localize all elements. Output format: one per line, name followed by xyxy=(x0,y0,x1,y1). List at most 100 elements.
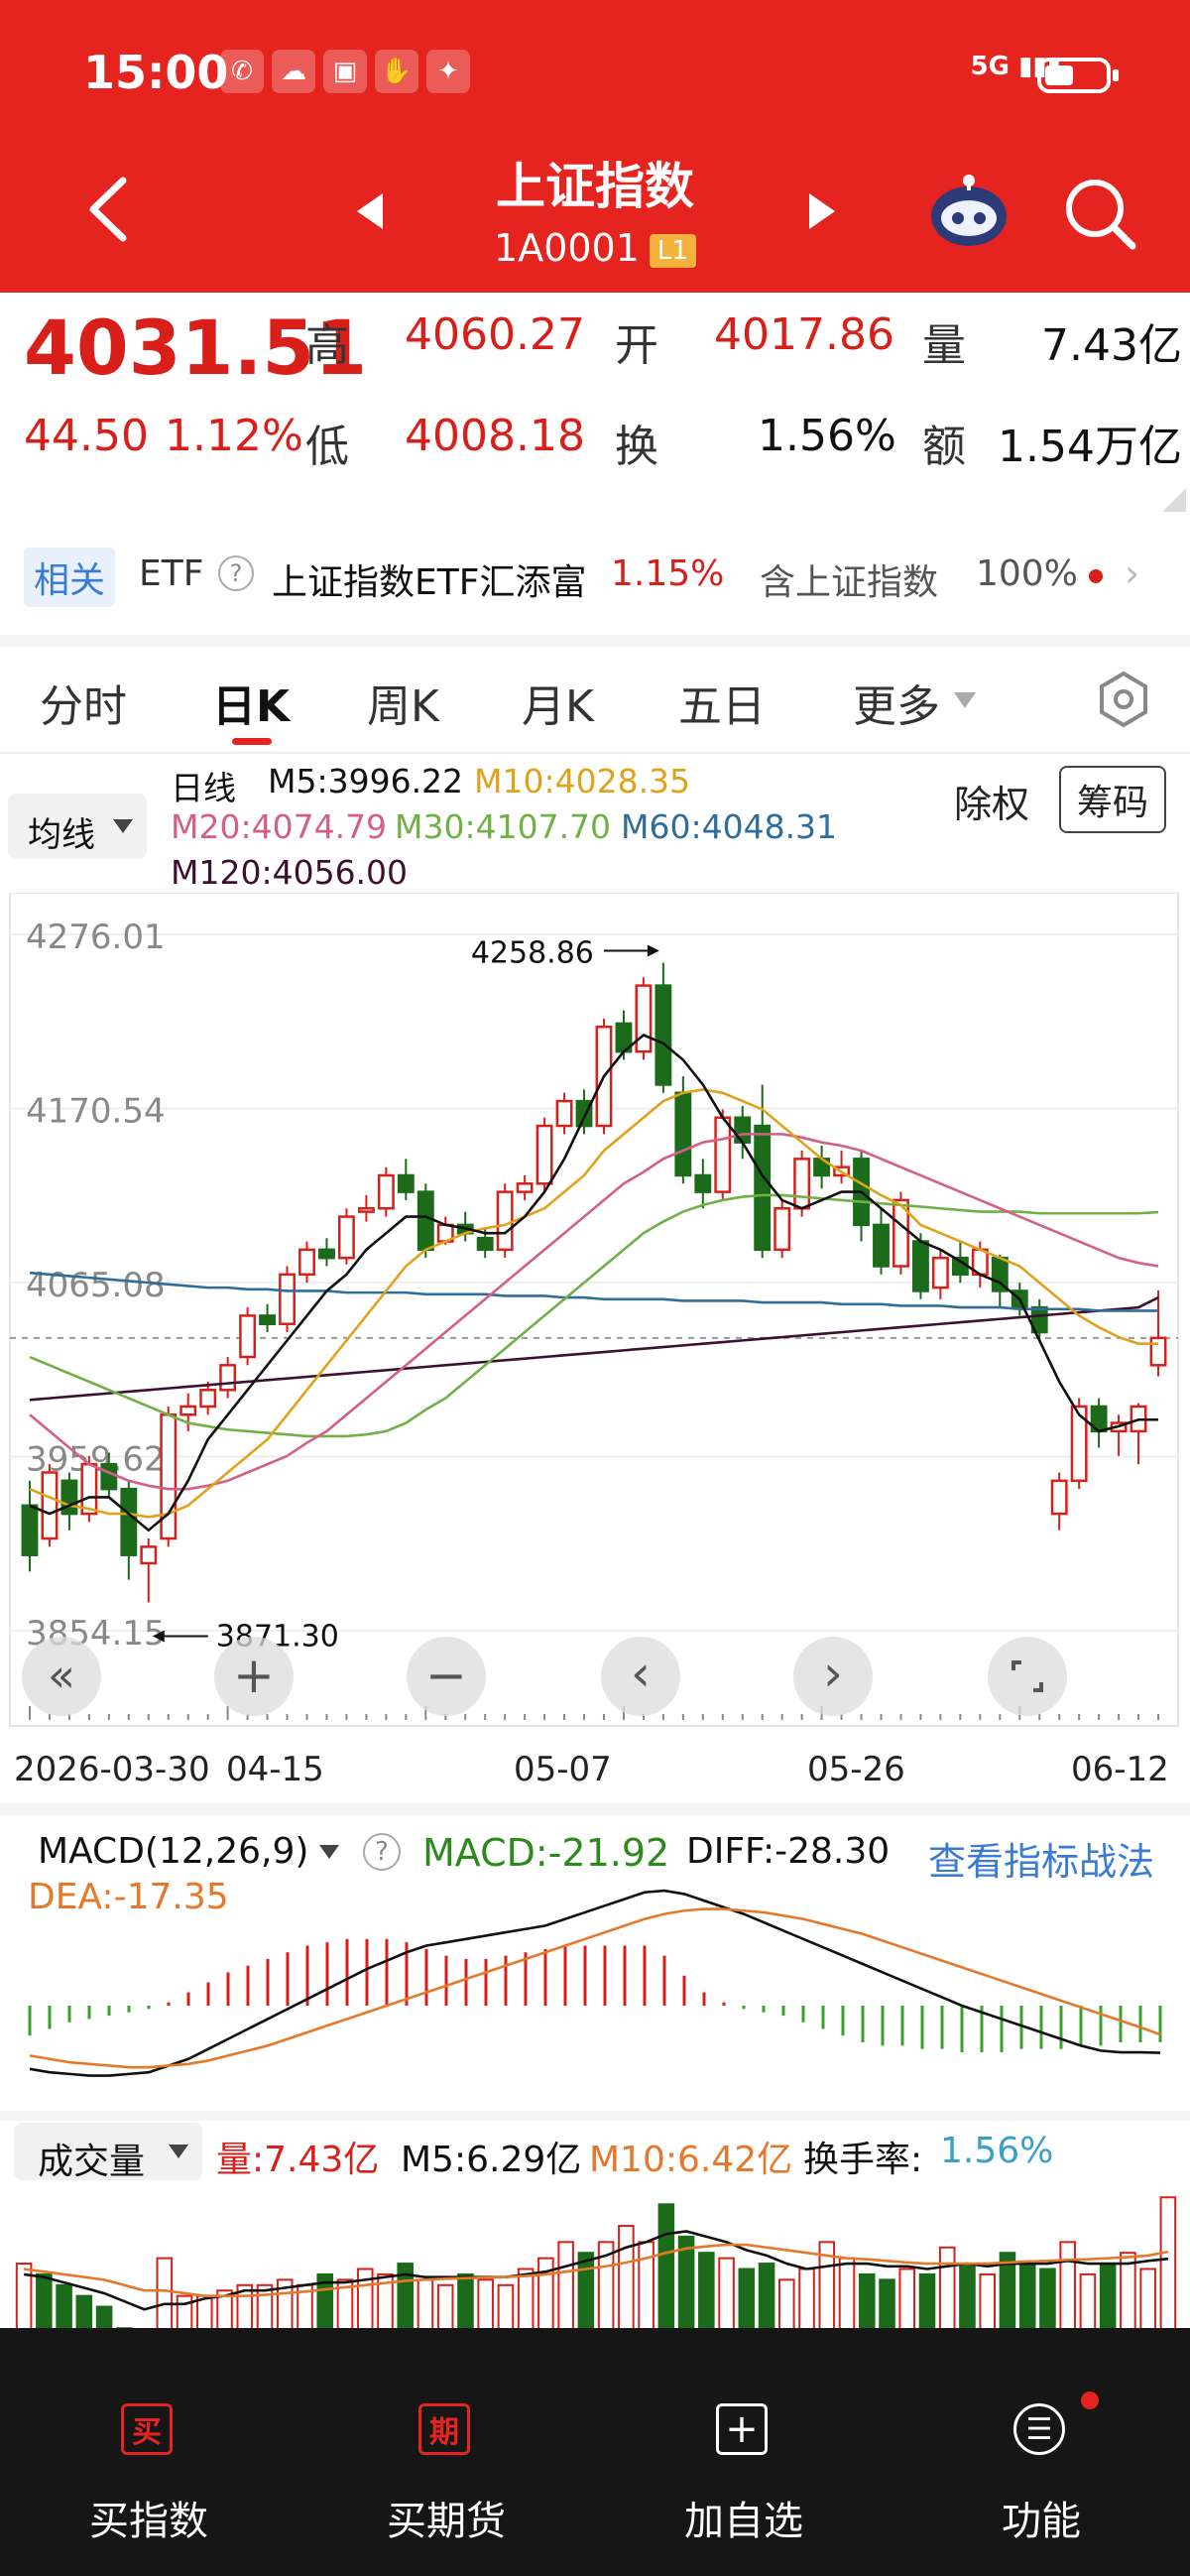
candle-down xyxy=(100,1462,118,1491)
zoom-in-button[interactable]: + xyxy=(214,1637,294,1716)
nav-buy-futures[interactable]: 期 买期货 xyxy=(298,2328,595,2576)
ma-selector[interactable]: 均线 xyxy=(8,794,147,859)
nav-buy-index[interactable]: 买 买指数 xyxy=(0,2328,298,2576)
pan-left-button[interactable]: ‹ xyxy=(601,1637,680,1716)
candle-up xyxy=(239,1314,257,1359)
nav-label: 加自选 xyxy=(684,2499,803,2544)
volume-bar-down xyxy=(738,2268,756,2328)
volume-bar-up xyxy=(156,2257,174,2328)
macd-selector-arrow-icon[interactable] xyxy=(319,1845,339,1861)
expand-corner-icon[interactable] xyxy=(1162,488,1186,516)
lightbulb-icon: ✦ xyxy=(426,50,470,93)
y-tick-label: 4276.01 xyxy=(26,918,166,957)
ma120-label: M120:4056.00 xyxy=(171,853,409,892)
volume-bar-down xyxy=(879,2278,895,2328)
ma120-line xyxy=(29,1295,1159,1402)
candle-down xyxy=(654,984,672,1086)
volume-bar-up xyxy=(638,2241,654,2328)
tab-weekly-k[interactable]: 周K xyxy=(367,671,439,734)
volume-bar-down xyxy=(858,2272,876,2328)
zoom-out-button[interactable]: − xyxy=(407,1637,486,1716)
candle-up xyxy=(774,1207,791,1252)
search-icon[interactable] xyxy=(1061,175,1140,258)
candle-down xyxy=(21,1504,39,1556)
volume-bar-down xyxy=(758,2263,775,2328)
fullscreen-icon xyxy=(1012,1660,1043,1692)
volume-m10: M10:6.42亿 xyxy=(589,2140,793,2180)
volume-m10-line xyxy=(23,2243,1169,2297)
tab-daily-k[interactable]: 日K xyxy=(212,671,290,734)
max-arrow-head xyxy=(647,944,659,957)
related-etf-strip[interactable]: 相关 ETF ? 上证指数ETF汇添富 1.15% 含上证指数 100% › xyxy=(24,544,1174,613)
ex-rights-button[interactable]: 除权 xyxy=(954,774,1029,828)
candle-down xyxy=(416,1190,434,1252)
ma10-line xyxy=(29,1088,1159,1519)
robot-assistant-icon[interactable] xyxy=(924,169,1013,262)
volume-bar-down xyxy=(56,2283,72,2328)
chevron-right-icon[interactable]: › xyxy=(1125,552,1139,595)
x-tick-label: 05-07 xyxy=(514,1750,612,1789)
tab-monthly-k[interactable]: 月K xyxy=(522,671,594,734)
amount-value: 1.54万亿 xyxy=(998,422,1182,472)
nav-label: 买指数 xyxy=(89,2499,208,2544)
kline-chart[interactable]: 4276.014170.544065.083959.623854.154258.… xyxy=(0,893,1190,1746)
candle-up xyxy=(298,1248,315,1277)
help-icon[interactable]: ? xyxy=(218,555,254,591)
volume-chart[interactable] xyxy=(0,2182,1190,2328)
chips-button[interactable]: 筹码 xyxy=(1059,766,1167,833)
macd-chart[interactable] xyxy=(0,1871,1190,2109)
x-tick-label: 06-12 xyxy=(1071,1750,1169,1789)
high-value: 4060.27 xyxy=(405,309,585,360)
macd-help-icon[interactable]: ? xyxy=(363,1833,401,1871)
next-stock-button[interactable] xyxy=(807,191,839,235)
active-tab-indicator xyxy=(232,738,272,745)
low-label: 低 xyxy=(305,422,349,472)
candle-up xyxy=(41,1471,59,1540)
nav-functions[interactable]: ☰ 功能 xyxy=(892,2328,1190,2576)
volume-bar-up xyxy=(15,2263,33,2328)
ma-selector-arrow-icon xyxy=(113,819,133,833)
candle-up xyxy=(1149,1336,1167,1367)
open-value: 4017.86 xyxy=(714,309,894,360)
menu-icon: ☰ xyxy=(1013,2403,1065,2455)
volume-bar-up xyxy=(938,2246,956,2328)
volume-m5: M5:6.29亿 xyxy=(401,2140,582,2180)
volume-bar-up xyxy=(477,2278,494,2328)
candle-down xyxy=(911,1240,929,1292)
pan-right-button[interactable]: › xyxy=(793,1637,873,1716)
more-dropdown-icon[interactable] xyxy=(952,690,978,714)
candle-down xyxy=(754,1124,772,1252)
volume-m5-line xyxy=(23,2230,1169,2311)
app-header: 15:00 ✆ ☁ ▣ ✋ ✦ 5G ▮▮▮ 上证指数 1A0001 L1 xyxy=(0,0,1190,293)
volume-bar-up xyxy=(1079,2272,1097,2328)
tab-intraday[interactable]: 分时 xyxy=(40,671,127,734)
contains-label: 含上证指数 xyxy=(760,562,939,603)
volume-bar-down xyxy=(457,2272,474,2328)
x-axis-labels: 2026-03-30 04-15 05-07 05-26 06-12 xyxy=(0,1750,1190,1793)
chart-rewind-button[interactable]: « xyxy=(22,1637,101,1716)
high-label: 高 xyxy=(305,320,349,371)
volume-selector[interactable]: 成交量 xyxy=(14,2123,202,2182)
x-tick-label: 2026-03-30 xyxy=(14,1750,210,1789)
missed-call-icon: ✆ xyxy=(220,50,264,93)
volume-bar-up xyxy=(537,2257,554,2328)
volume-value: 量:7.43亿 xyxy=(216,2140,380,2180)
hand-icon: ✋ xyxy=(375,50,418,93)
volume-selector-arrow-icon xyxy=(169,2145,188,2158)
fullscreen-button[interactable] xyxy=(988,1637,1067,1716)
settings-icon[interactable] xyxy=(1095,671,1152,732)
dea-line xyxy=(29,1907,1161,2069)
candle-up xyxy=(377,1173,395,1210)
candle-up xyxy=(219,1364,237,1392)
nav-add-watchlist[interactable]: + 加自选 xyxy=(595,2328,892,2576)
macd-selector[interactable]: MACD(12,26,9) xyxy=(38,1831,308,1872)
volume-bar-down xyxy=(577,2252,595,2328)
tab-divider xyxy=(0,752,1190,754)
tab-five-day[interactable]: 五日 xyxy=(678,671,766,734)
contains-pct: 100% xyxy=(976,553,1078,594)
candle-up xyxy=(931,1256,949,1289)
status-notification-icons: ✆ ☁ ▣ ✋ ✦ xyxy=(220,50,470,93)
candle-up xyxy=(199,1389,217,1409)
volume-bar-up xyxy=(517,2268,535,2328)
tab-more[interactable]: 更多 xyxy=(853,671,940,734)
